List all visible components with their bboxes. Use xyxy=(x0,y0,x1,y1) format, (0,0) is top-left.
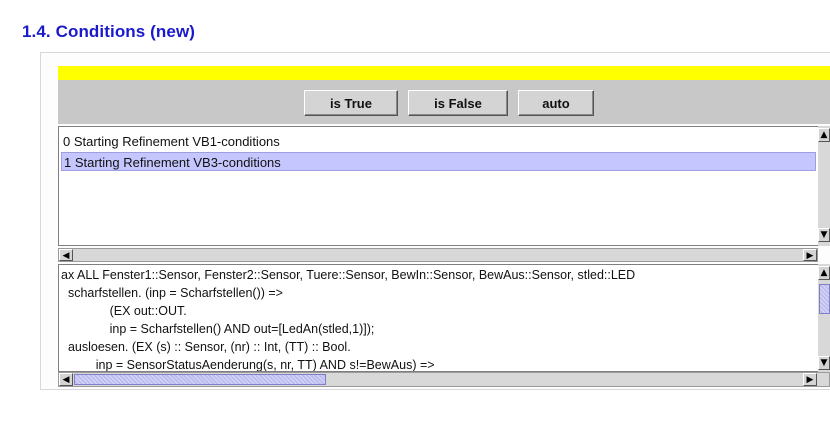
list-item[interactable]: 0 Starting Refinement VB1-conditions xyxy=(61,132,816,151)
is-true-button[interactable]: is True xyxy=(304,90,398,116)
scroll-thumb[interactable] xyxy=(74,374,326,385)
is-false-button[interactable]: is False xyxy=(408,90,508,116)
scroll-left-icon[interactable]: ◀ xyxy=(59,373,73,386)
list-horizontal-scrollbar[interactable] xyxy=(58,248,818,262)
status-bar-yellow xyxy=(58,66,830,80)
section-title: 1.4. Conditions (new) xyxy=(22,22,196,41)
code-line: (EX out::OUT. xyxy=(61,304,187,318)
condition-code-view[interactable]: ax ALL Fenster1::Sensor, Fenster2::Senso… xyxy=(58,264,818,372)
scroll-up-icon[interactable]: ▲ xyxy=(818,128,830,142)
scroll-right-icon[interactable]: ▶ xyxy=(803,249,817,261)
scroll-down-icon[interactable]: ▼ xyxy=(818,356,830,370)
code-line: ax ALL Fenster1::Sensor, Fenster2::Senso… xyxy=(61,268,636,282)
scroll-right-icon[interactable]: ▶ xyxy=(803,373,817,386)
scroll-up-icon[interactable]: ▲ xyxy=(818,266,830,280)
auto-button[interactable]: auto xyxy=(518,90,594,116)
code-line: inp = Scharfstellen() AND out=[LedAn(stl… xyxy=(61,322,375,336)
code-line: inp = SensorStatusAenderung(s, nr, TT) A… xyxy=(61,358,435,372)
scroll-thumb[interactable] xyxy=(819,284,830,314)
refinement-list[interactable]: 0 Starting Refinement VB1-conditions 1 S… xyxy=(58,126,818,246)
scroll-down-icon[interactable]: ▼ xyxy=(818,228,830,242)
scroll-left-icon[interactable]: ◀ xyxy=(59,249,73,261)
code-line: scharfstellen. (inp = Scharfstellen()) =… xyxy=(61,286,283,300)
list-item-selected[interactable]: 1 Starting Refinement VB3-conditions xyxy=(61,152,816,171)
code-line: ausloesen. (EX (s) :: Sensor, (nr) :: In… xyxy=(61,340,351,354)
